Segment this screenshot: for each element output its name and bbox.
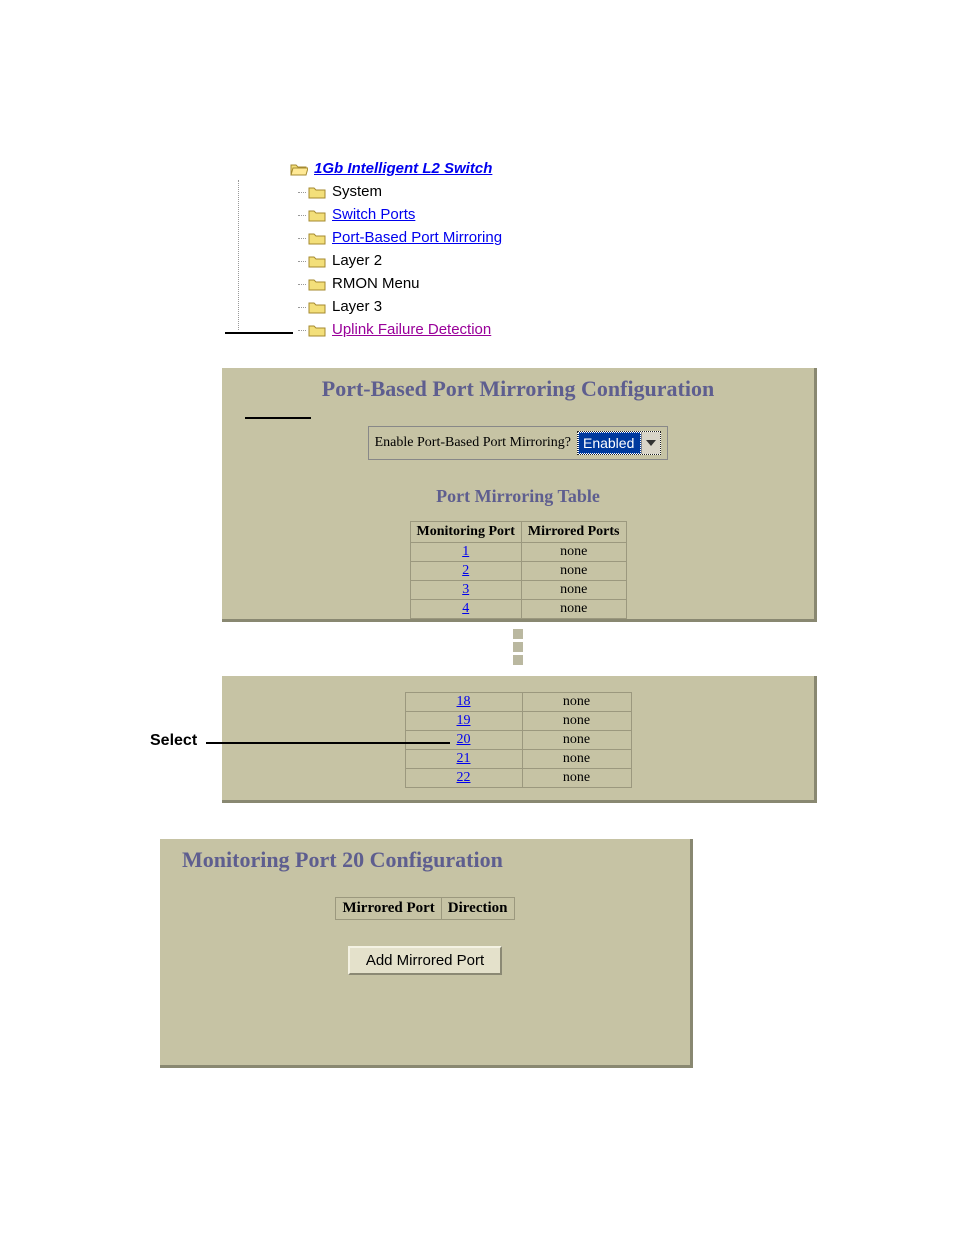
table-row: 3 none <box>410 581 626 600</box>
mirrored-cell: none <box>522 693 631 712</box>
tree-item-layer3[interactable]: Layer 3 <box>332 298 382 315</box>
port-link[interactable]: 21 <box>457 751 471 766</box>
mirrored-cell: none <box>521 562 626 581</box>
add-mirrored-port-button[interactable]: Add Mirrored Port <box>348 946 502 975</box>
table-row: 18 none <box>405 693 631 712</box>
select-callout-label: Select <box>150 732 197 750</box>
folder-closed-icon <box>308 185 326 199</box>
mirrored-cell: none <box>522 750 631 769</box>
port-mirroring-config-panel-continued: 18 none 19 none 20 none 21 none 22 none <box>222 676 817 803</box>
mirrored-cell: none <box>521 543 626 562</box>
monitoring-port-config-panel: Monitoring Port 20 Configuration Mirrore… <box>160 839 693 1068</box>
tree-connector <box>238 180 239 330</box>
tree-item-uplink[interactable]: Uplink Failure Detection <box>332 321 491 338</box>
mirroring-table-bottom: 18 none 19 none 20 none 21 none 22 none <box>405 692 632 788</box>
mirrored-cell: none <box>522 731 631 750</box>
folder-closed-icon <box>308 277 326 291</box>
nav-tree: 1Gb Intelligent L2 Switch System Switch … <box>230 160 954 338</box>
tree-root-link[interactable]: 1Gb Intelligent L2 Switch <box>314 160 492 177</box>
enable-mirroring-row: Enable Port-Based Port Mirroring? Enable… <box>368 426 669 460</box>
col-mirrored-port: Mirrored Port <box>336 898 441 920</box>
port-link[interactable]: 20 <box>457 732 471 747</box>
tree-item-layer2[interactable]: Layer 2 <box>332 252 382 269</box>
enable-mirroring-select[interactable]: Enabled <box>577 431 661 455</box>
folder-closed-icon <box>308 323 326 337</box>
enable-mirroring-label: Enable Port-Based Port Mirroring? <box>375 435 571 451</box>
tree-item-switch-ports[interactable]: Switch Ports <box>332 206 415 223</box>
panel1-title: Port-Based Port Mirroring Configuration <box>222 368 814 402</box>
port-link[interactable]: 3 <box>462 582 469 597</box>
mirrored-port-direction-table: Mirrored Port Direction <box>335 897 514 920</box>
pointer-line-mirroring <box>245 417 311 419</box>
port-mirroring-config-panel: Port-Based Port Mirroring Configuration … <box>222 368 817 622</box>
mirrored-cell: none <box>522 769 631 788</box>
tree-item-port-mirroring[interactable]: Port-Based Port Mirroring <box>332 229 502 246</box>
table-row: 22 none <box>405 769 631 788</box>
table-row: 1 none <box>410 543 626 562</box>
port-link[interactable]: 4 <box>462 601 469 616</box>
table-row: 4 none <box>410 600 626 619</box>
port-link[interactable]: 18 <box>457 694 471 709</box>
port-link[interactable]: 19 <box>457 713 471 728</box>
mirrored-cell: none <box>521 581 626 600</box>
mirroring-table-top: Monitoring Port Mirrored Ports 1 none 2 no… <box>410 521 627 619</box>
port-link[interactable]: 2 <box>462 563 469 578</box>
folder-closed-icon <box>308 231 326 245</box>
table-row: 21 none <box>405 750 631 769</box>
table-row: 20 none <box>405 731 631 750</box>
folder-closed-icon <box>308 254 326 268</box>
panel3-title: Monitoring Port 20 Configuration <box>160 839 690 873</box>
table-ellipsis <box>222 622 814 676</box>
col-monitoring-port: Monitoring Port <box>410 522 521 543</box>
folder-open-icon <box>290 162 308 176</box>
port-link[interactable]: 1 <box>462 544 469 559</box>
folder-closed-icon <box>308 300 326 314</box>
chevron-down-icon <box>641 432 660 454</box>
mirrored-cell: none <box>521 600 626 619</box>
enable-mirroring-value: Enabled <box>578 432 641 454</box>
col-direction: Direction <box>441 898 514 920</box>
mirroring-table-title: Port Mirroring Table <box>222 486 814 507</box>
tree-item-system[interactable]: System <box>332 183 382 200</box>
col-mirrored-ports: Mirrored Ports <box>521 522 626 543</box>
tree-item-rmon[interactable]: RMON Menu <box>332 275 420 292</box>
table-row: 19 none <box>405 712 631 731</box>
mirrored-cell: none <box>522 712 631 731</box>
select-callout-line <box>206 742 450 744</box>
port-link[interactable]: 22 <box>457 770 471 785</box>
folder-closed-icon <box>308 208 326 222</box>
table-row: 2 none <box>410 562 626 581</box>
